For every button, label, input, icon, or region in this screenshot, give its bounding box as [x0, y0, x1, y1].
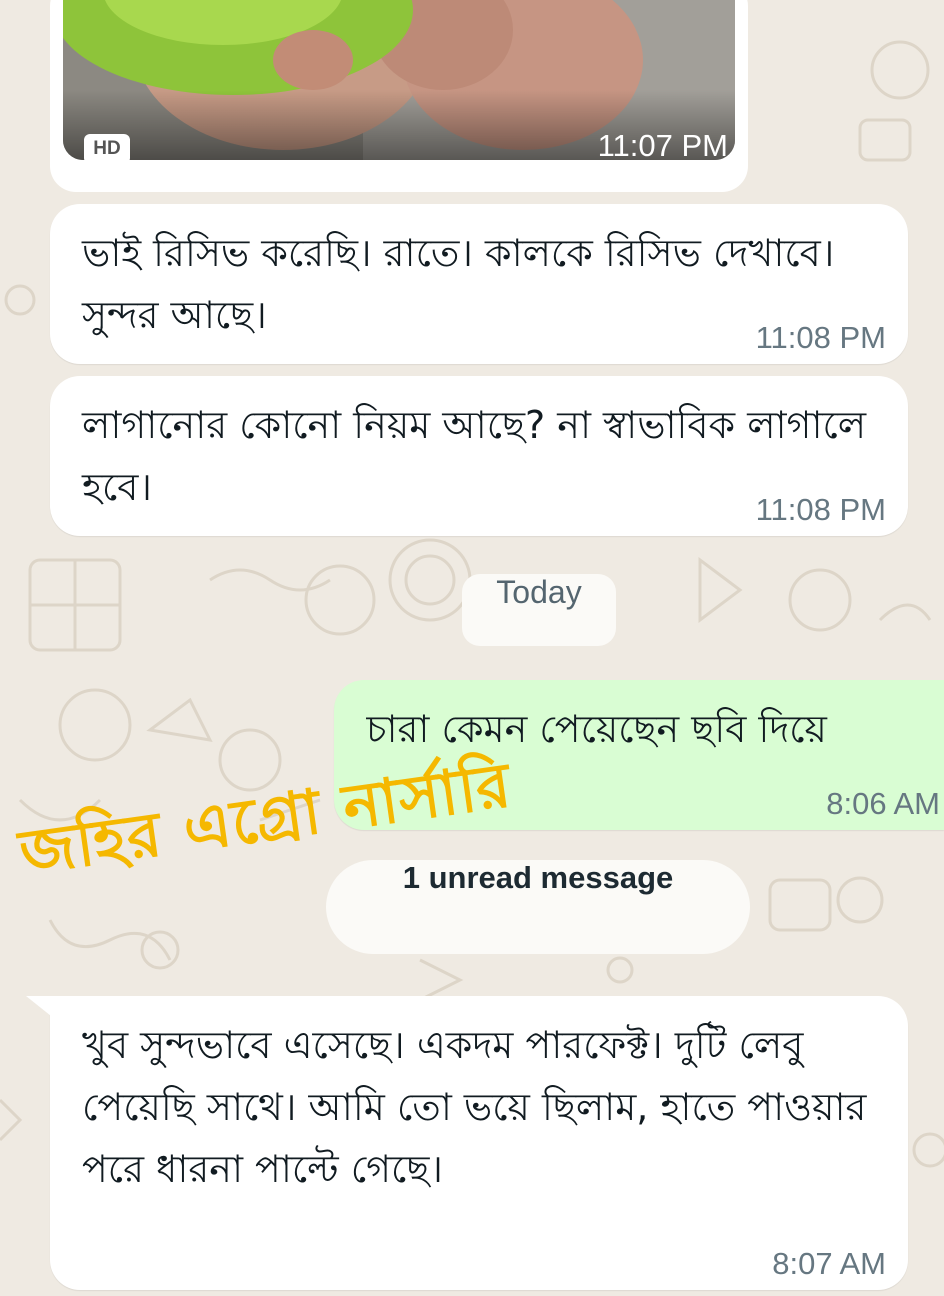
unread-messages-banner: 1 unread message [326, 860, 750, 954]
message-time: 11:08 PM [755, 320, 886, 355]
date-separator: Today [462, 574, 616, 646]
message-time: 8:07 AM [772, 1246, 886, 1281]
message-time: 8:06 AM [826, 786, 940, 821]
image-message-time: 11:07 PM [597, 128, 728, 163]
incoming-message-bubble[interactable]: খুব সুন্দভাবে এসেছে। একদম পারফেক্ট। দুটি… [50, 996, 908, 1290]
incoming-message-bubble[interactable]: ভাই রিসিভ করেছি। রাতে। কালকে রিসিভ দেখাব… [50, 204, 908, 364]
message-text: খুব সুন্দভাবে এসেছে। একদম পারফেক্ট। দুটি… [82, 1023, 867, 1191]
incoming-message-bubble[interactable]: লাগানোর কোনো নিয়ম আছে? না স্বাভাবিক লাগ… [50, 376, 908, 536]
hd-badge: HD [84, 134, 130, 164]
message-time: 11:08 PM [755, 492, 886, 527]
bubble-tail [26, 996, 56, 1020]
